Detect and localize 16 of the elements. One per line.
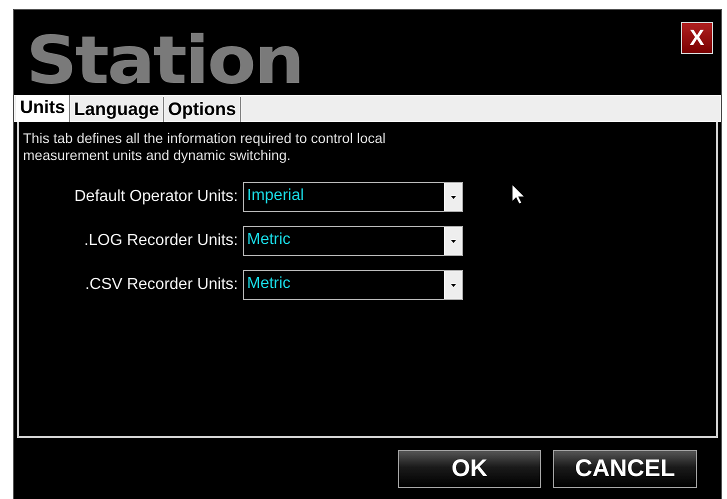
pointer-icon (511, 183, 526, 205)
dropdown-arrow-icon (450, 196, 456, 198)
ok-button[interactable]: OK (398, 450, 541, 488)
field-label: .LOG Recorder Units: (83, 232, 239, 250)
field-label: Default Operator Units: (73, 188, 239, 206)
tab[interactable]: Units (16, 95, 70, 122)
units-dropdown[interactable]: Imperial (243, 182, 463, 212)
window-title: Station (26, 28, 303, 94)
description-text: This tab defines all the information required to control local measurement units and dynamic switching. (23, 130, 387, 164)
dropdown-arrow-icon (450, 284, 456, 286)
cancel-button[interactable]: CANCEL (553, 450, 697, 488)
units-dropdown[interactable]: Metric (243, 270, 463, 300)
field-label: .CSV Recorder Units: (84, 276, 239, 294)
dropdown-arrow-icon (450, 240, 456, 242)
units-dropdown[interactable]: Metric (243, 226, 463, 256)
close-button[interactable]: X (681, 22, 713, 54)
